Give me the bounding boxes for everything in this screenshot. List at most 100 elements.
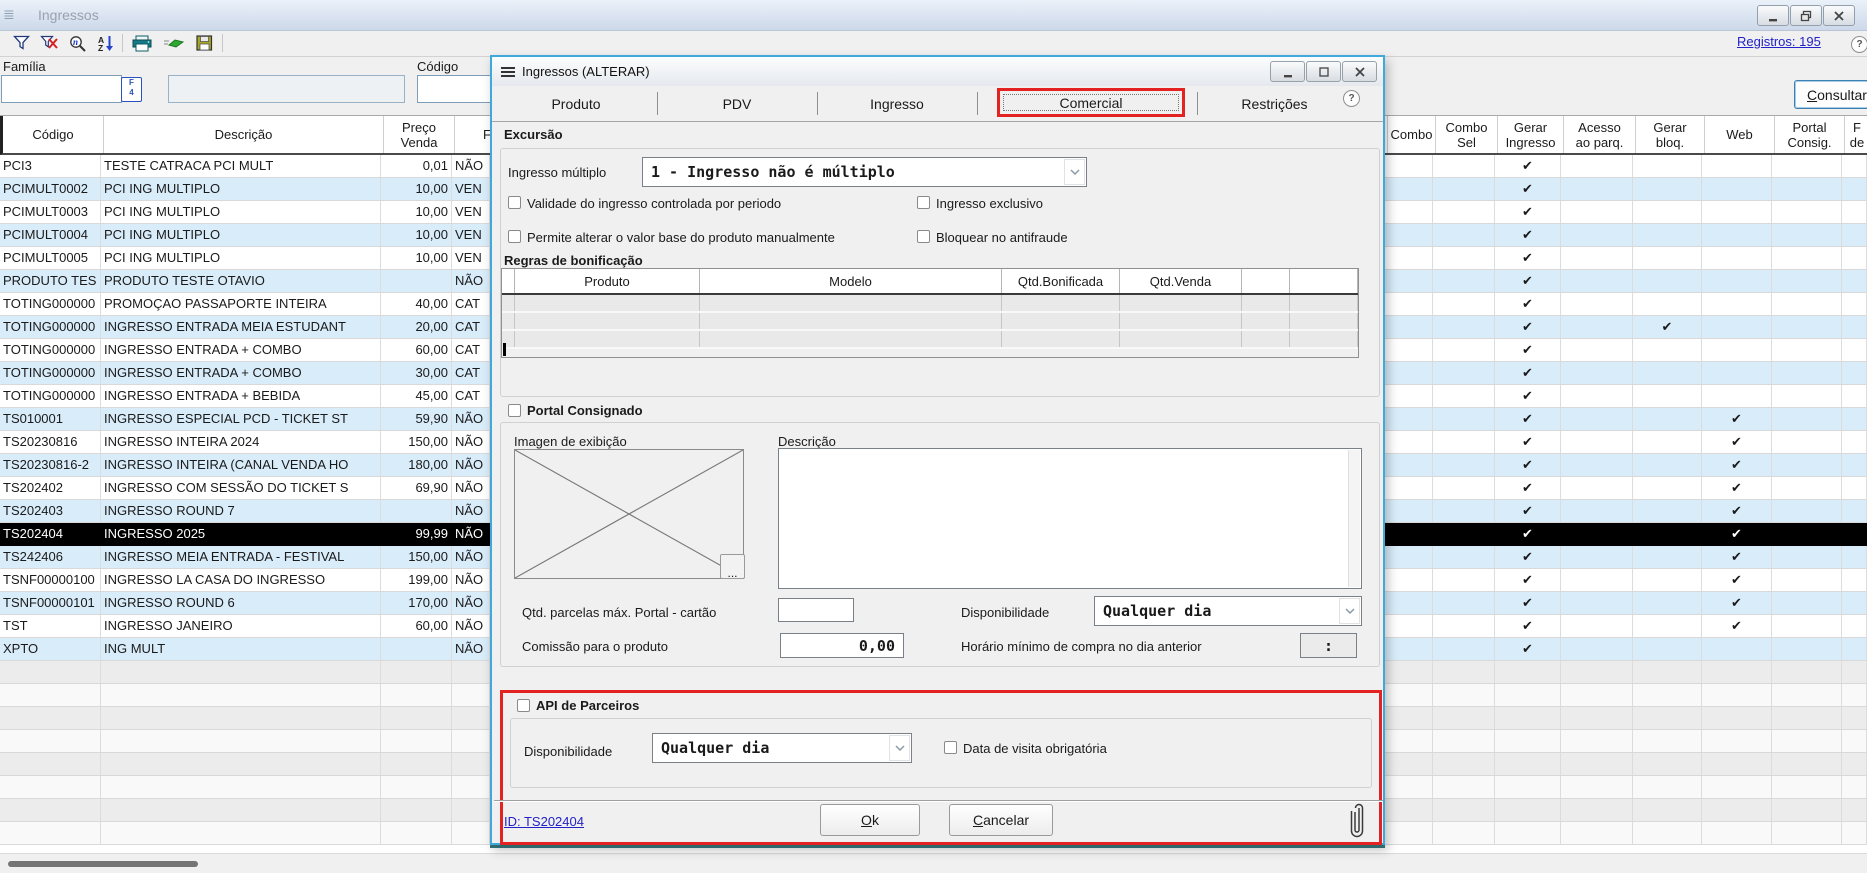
permite-alterar-checkbox[interactable]: [508, 230, 521, 243]
minimize-button[interactable]: [1757, 5, 1789, 26]
textarea-scrollbar[interactable]: [1348, 450, 1360, 587]
column-header-web[interactable]: Web: [1705, 116, 1775, 153]
tab-restricoes[interactable]: Restrições: [1212, 86, 1337, 121]
print-icon[interactable]: [130, 34, 154, 52]
data-visita-checkbox[interactable]: [944, 741, 957, 754]
cell-web: [1702, 661, 1772, 684]
qtd-parcelas-label: Qtd. parcelas máx. Portal - cartão: [522, 605, 716, 620]
save-icon[interactable]: [192, 34, 216, 52]
tab-produto[interactable]: Produto: [512, 86, 640, 121]
consultar-button[interactable]: Consultar: [1794, 80, 1867, 109]
sort-az-icon[interactable]: AZ: [94, 34, 118, 52]
qtd-parcelas-input[interactable]: [778, 598, 854, 622]
cell-bloq: [1633, 247, 1702, 270]
api-disponibilidade-select[interactable]: Qualquer dia: [652, 733, 912, 763]
column-header-desc[interactable]: Descrição: [104, 116, 384, 153]
f4-lookup-button[interactable]: F4: [121, 77, 142, 102]
chevron-down-icon[interactable]: [1339, 598, 1360, 624]
regras-empty-row[interactable]: [502, 331, 1358, 349]
disponibilidade-select[interactable]: Qualquer dia: [1094, 596, 1362, 626]
close-icon: [1353, 65, 1367, 79]
cell-bloq: [1633, 661, 1702, 684]
column-header-acesso[interactable]: Acessoao parq.: [1564, 116, 1636, 153]
cell-portal: [1772, 247, 1842, 270]
scrollbar-thumb[interactable]: [8, 861, 198, 867]
help-icon[interactable]: ?: [1851, 36, 1867, 53]
cell-combo_sel: [1433, 776, 1495, 799]
cell-bloq: [1633, 224, 1702, 247]
cell-portal: [1772, 178, 1842, 201]
column-header-fam[interactable]: F: [455, 116, 493, 153]
comissao-input[interactable]: 0,00: [780, 633, 904, 658]
regras-empty-row[interactable]: [502, 313, 1358, 331]
portal-consignado-checkbox[interactable]: [508, 404, 521, 417]
bloquear-antifraude-checkbox[interactable]: [917, 230, 930, 243]
regras-empty-row[interactable]: [502, 295, 1358, 313]
cell-gi: [1495, 684, 1561, 707]
cell-portal: [1772, 592, 1842, 615]
regras-cell: [1242, 331, 1290, 347]
cell-codigo: [0, 822, 101, 845]
horario-minimo-input[interactable]: :: [1300, 633, 1357, 658]
restore-button[interactable]: [1790, 5, 1822, 26]
cell-combo_sel: [1433, 155, 1495, 178]
browse-image-button[interactable]: ...: [720, 554, 745, 579]
cell-gi: [1495, 753, 1561, 776]
close-button[interactable]: [1823, 5, 1855, 26]
cell-part: [1842, 339, 1867, 362]
find-icon[interactable]: n: [66, 34, 90, 52]
dialog-maximize-button[interactable]: [1306, 61, 1341, 82]
cell-desc: INGRESSO JANEIRO: [101, 615, 381, 638]
clear-filter-icon[interactable]: [38, 34, 62, 52]
id-link[interactable]: ID: TS202404: [504, 814, 584, 829]
cell-combo: [1385, 523, 1433, 546]
exclusivo-checkbox[interactable]: [917, 196, 930, 209]
cell-bloq: [1633, 270, 1702, 293]
dialog-help-icon[interactable]: ?: [1343, 90, 1360, 107]
dialog-close-button[interactable]: [1342, 61, 1377, 82]
cell-portal: [1772, 362, 1842, 385]
column-header-codigo[interactable]: Código: [3, 116, 104, 153]
regras-cell: [502, 313, 515, 329]
column-header-portal[interactable]: PortalConsig.: [1775, 116, 1845, 153]
cancelar-button[interactable]: Cancelar: [949, 804, 1053, 836]
chevron-down-icon[interactable]: [1064, 159, 1085, 185]
tab-separator: [977, 92, 978, 115]
familia-input[interactable]: [1, 75, 122, 103]
column-header-combo_sel[interactable]: ComboSel: [1436, 116, 1498, 153]
close-icon: [1832, 9, 1846, 23]
tab-ingresso[interactable]: Ingresso: [832, 86, 962, 121]
dialog-minimize-button[interactable]: [1270, 61, 1305, 82]
cell-part: [1842, 224, 1867, 247]
familia-name-input[interactable]: [168, 75, 405, 103]
cell-bloq: [1633, 408, 1702, 431]
tab-pdv[interactable]: PDV: [672, 86, 802, 121]
regras-bonificacao-grid[interactable]: ProdutoModeloQtd.BonificadaQtd.Venda: [501, 268, 1359, 358]
column-header-bloq[interactable]: Gerarbloq.: [1636, 116, 1705, 153]
cell-portal: [1772, 293, 1842, 316]
cell-portal: [1772, 684, 1842, 707]
filter-icon[interactable]: [10, 34, 34, 52]
horizontal-scrollbar[interactable]: [0, 853, 1867, 873]
cell-portal: [1772, 546, 1842, 569]
imagem-placeholder[interactable]: [514, 449, 744, 579]
regras-header-Qtd.Venda: Qtd.Venda: [1120, 269, 1242, 293]
column-header-combo[interactable]: Combo: [1388, 116, 1436, 153]
registros-link[interactable]: Registros: 195: [1737, 34, 1821, 49]
descricao-textarea[interactable]: [778, 448, 1362, 589]
cell-codigo: TSNF00000100: [0, 569, 101, 592]
column-header-preco[interactable]: PreçoVenda: [384, 116, 455, 153]
tab-comercial-active[interactable]: Comercial: [997, 88, 1185, 117]
column-header-gi[interactable]: GerarIngresso: [1498, 116, 1564, 153]
api-parceiros-checkbox[interactable]: [517, 699, 530, 712]
send-icon[interactable]: [162, 34, 186, 52]
validade-checkbox[interactable]: [508, 196, 521, 209]
column-header-part[interactable]: Fde: [1845, 116, 1867, 153]
cell-acesso: [1561, 224, 1633, 247]
cell-portal: [1772, 385, 1842, 408]
cell-combo_sel: [1433, 224, 1495, 247]
cell-combo: [1385, 730, 1433, 753]
ingresso-multiplo-select[interactable]: 1 - Ingresso não é múltiplo: [642, 157, 1087, 187]
chevron-down-icon[interactable]: [889, 735, 910, 761]
ok-button[interactable]: Ok: [820, 804, 920, 836]
